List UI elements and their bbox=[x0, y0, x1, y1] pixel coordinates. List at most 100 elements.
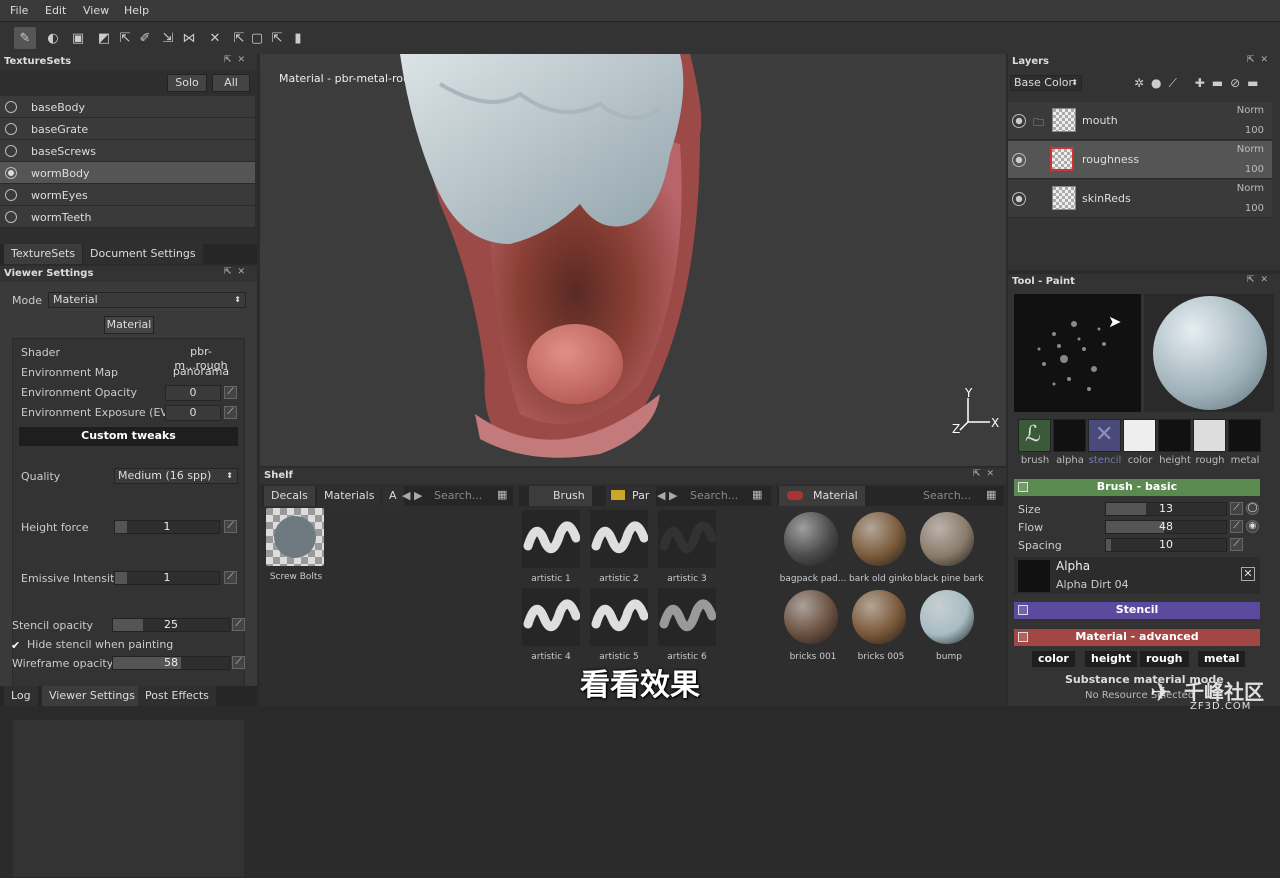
paint-brush-icon[interactable]: ✎ bbox=[14, 27, 36, 49]
tab-materials[interactable]: Materials bbox=[317, 486, 382, 506]
wireframe-slider[interactable]: 58 bbox=[112, 656, 230, 670]
3d-viewport[interactable]: Material - pbr-metal-rough Y X Z bbox=[260, 54, 1006, 466]
polygon-fill-icon[interactable]: ◩ bbox=[93, 27, 115, 49]
layer-blend-mode[interactable]: Norm bbox=[1237, 144, 1264, 155]
tab-texturesets[interactable]: TextureSets bbox=[4, 244, 83, 264]
edit-icon[interactable]: ⟋ bbox=[224, 386, 237, 399]
radio-icon[interactable] bbox=[5, 167, 17, 179]
edit-icon[interactable]: ⟋ bbox=[232, 618, 245, 631]
layer-row[interactable]: skinReds Norm 100 bbox=[1008, 180, 1272, 218]
window-controls-icon[interactable]: ⇱✕ bbox=[224, 267, 251, 277]
brush-thumbnail[interactable] bbox=[590, 588, 649, 646]
radio-icon[interactable] bbox=[5, 189, 17, 201]
checkbox[interactable] bbox=[1018, 605, 1028, 615]
menu-help[interactable]: Help bbox=[124, 4, 149, 17]
envmap-field[interactable]: panorama bbox=[165, 365, 237, 381]
grid-view-icon[interactable]: ▦ bbox=[497, 488, 507, 501]
swatch-brush[interactable]: ℒ bbox=[1018, 419, 1051, 452]
height-force-slider[interactable]: 1 bbox=[114, 520, 220, 534]
emissive-slider[interactable]: 1 bbox=[114, 571, 220, 585]
grid-view-icon[interactable]: ▦ bbox=[986, 488, 996, 501]
material-button[interactable]: Material bbox=[104, 316, 154, 334]
custom-tweaks-header[interactable]: Custom tweaks bbox=[19, 427, 238, 446]
brush-basic-header[interactable]: Brush - basic bbox=[1014, 479, 1260, 496]
material-thumbnail[interactable] bbox=[782, 510, 840, 568]
checkbox[interactable] bbox=[1018, 482, 1028, 492]
swatch-metal[interactable] bbox=[1228, 419, 1261, 452]
quality-select[interactable]: Medium (16 spp) ⬍ bbox=[114, 468, 238, 484]
radio-icon[interactable] bbox=[5, 211, 17, 223]
menu-file[interactable]: File bbox=[10, 4, 28, 17]
material-thumbnail[interactable] bbox=[850, 588, 908, 646]
radio-icon[interactable] bbox=[5, 145, 17, 157]
edit-icon[interactable]: ⟋ bbox=[224, 571, 237, 584]
window-controls-icon[interactable]: ⇱✕ bbox=[1247, 55, 1274, 65]
layer-opacity[interactable]: 100 bbox=[1245, 203, 1264, 214]
brush-thumbnail[interactable] bbox=[590, 510, 649, 568]
shader-field[interactable]: pbr-m...rough bbox=[165, 345, 237, 372]
shelf-search-3[interactable]: Search... bbox=[923, 489, 971, 502]
tab-document-settings[interactable]: Document Settings bbox=[83, 244, 203, 264]
eye-icon[interactable] bbox=[1012, 192, 1026, 206]
menu-edit[interactable]: Edit bbox=[45, 4, 66, 17]
scroll-arrows-icon[interactable]: ◀ ▶ bbox=[657, 489, 677, 502]
layer-row[interactable]: 🗀 mouth Norm 100 bbox=[1008, 102, 1272, 140]
menu-view[interactable]: View bbox=[83, 4, 109, 17]
mode-select[interactable]: Material ⬍ bbox=[48, 292, 246, 308]
layer-blend-mode[interactable]: Norm bbox=[1237, 183, 1264, 194]
2d-3d-icon[interactable]: ▢ bbox=[246, 27, 268, 49]
edit-icon[interactable]: ⟋ bbox=[224, 406, 237, 419]
shelf-search-1[interactable]: Search... bbox=[434, 489, 482, 502]
shelf-search-2[interactable]: Search... bbox=[690, 489, 738, 502]
window-controls-icon[interactable]: ⇱✕ bbox=[973, 469, 1000, 479]
brush-thumbnail[interactable] bbox=[522, 588, 581, 646]
stencil-opacity-slider[interactable]: 25 bbox=[112, 618, 230, 632]
smudge-icon[interactable]: ⇱ bbox=[114, 27, 136, 49]
symmetry-icon[interactable]: ⋈ bbox=[178, 27, 200, 49]
grid-view-icon[interactable]: ▦ bbox=[752, 488, 762, 501]
flow-slider[interactable]: 48 bbox=[1105, 520, 1227, 534]
envop-field[interactable]: 0 bbox=[165, 385, 221, 401]
channel-metal-button[interactable]: metal bbox=[1198, 651, 1246, 667]
material-thumbnail[interactable] bbox=[918, 588, 976, 646]
pen-pressure-icon[interactable]: ◯ bbox=[1246, 502, 1259, 515]
channel-select[interactable]: Base Color ⬍ bbox=[1010, 75, 1082, 91]
channel-rough-button[interactable]: rough bbox=[1140, 651, 1189, 667]
3d-view-icon[interactable]: ⇱ bbox=[266, 27, 288, 49]
edit-icon[interactable]: ⟋ bbox=[1230, 520, 1243, 533]
eraser-icon[interactable]: ◐ bbox=[42, 27, 64, 49]
clone-icon[interactable]: ⇲ bbox=[157, 27, 179, 49]
close-icon[interactable]: ✕ bbox=[1241, 567, 1255, 581]
window-controls-icon[interactable]: ⇱✕ bbox=[224, 55, 251, 65]
spacing-slider[interactable]: 10 bbox=[1105, 538, 1227, 552]
camera-icon[interactable]: ▮ bbox=[287, 27, 309, 49]
channel-color-button[interactable]: color bbox=[1032, 651, 1075, 667]
color-picker-icon[interactable]: ✐ bbox=[134, 27, 156, 49]
alpha-slot[interactable]: Alpha Alpha Dirt 04 ✕ bbox=[1014, 557, 1260, 594]
material-advanced-header[interactable]: Material - advanced bbox=[1014, 629, 1260, 646]
material-thumbnail[interactable] bbox=[782, 588, 840, 646]
layer-opacity[interactable]: 100 bbox=[1245, 125, 1264, 136]
layer-row[interactable]: roughness Norm 100 bbox=[1008, 141, 1272, 179]
decal-thumbnail[interactable] bbox=[266, 508, 324, 566]
swatch-rough[interactable] bbox=[1193, 419, 1226, 452]
edit-icon[interactable]: ⟋ bbox=[224, 520, 237, 533]
tab-log[interactable]: Log bbox=[4, 686, 38, 706]
edit-icon[interactable]: ⟋ bbox=[1230, 502, 1243, 515]
brush-thumbnail[interactable] bbox=[658, 588, 717, 646]
pen-pressure-icon[interactable]: ◉ bbox=[1246, 520, 1259, 533]
material-thumbnail[interactable] bbox=[850, 510, 908, 568]
textureset-row[interactable]: wormEyes bbox=[0, 184, 255, 206]
solo-button[interactable]: Solo bbox=[167, 74, 207, 92]
checkbox-checked-icon[interactable]: ✔ bbox=[11, 639, 20, 652]
layer-tools-icons[interactable]: ✲●⟋ ✚▬⊘▬ bbox=[1134, 76, 1266, 91]
layer-blend-mode[interactable]: Norm bbox=[1237, 105, 1264, 116]
edit-icon[interactable]: ⟋ bbox=[1230, 538, 1243, 551]
swatch-alpha[interactable] bbox=[1053, 419, 1086, 452]
textureset-row[interactable]: baseScrews bbox=[0, 140, 255, 162]
stencil-header[interactable]: Stencil bbox=[1014, 602, 1260, 619]
textureset-row[interactable]: baseBody bbox=[0, 96, 255, 118]
projection-icon[interactable]: ▣ bbox=[67, 27, 89, 49]
tab-brush[interactable]: Brush bbox=[529, 486, 592, 506]
tab-post-effects[interactable]: Post Effects bbox=[138, 686, 216, 706]
